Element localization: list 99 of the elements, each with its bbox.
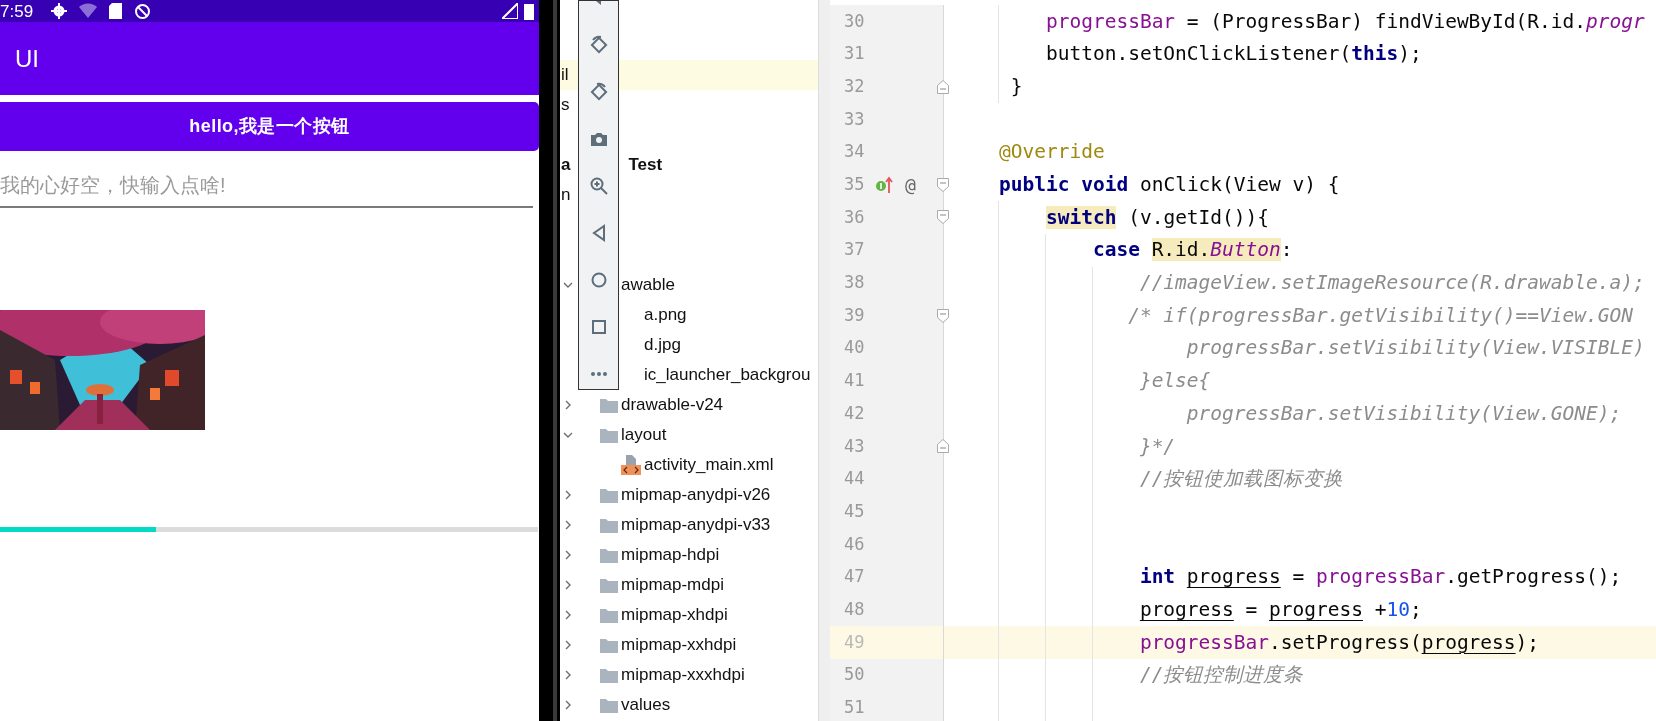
code-line: button.setOnClickListener(this); (1044, 44, 1422, 64)
chevron-right-icon[interactable] (563, 520, 573, 530)
folder-icon (600, 667, 618, 683)
code-line: //imageView.setImageResource(R.drawable.a); (1138, 273, 1645, 293)
override-marker[interactable]: @ (905, 171, 916, 199)
folder-icon (600, 397, 618, 413)
folder-name[interactable]: layout (621, 422, 667, 448)
code-line: @Override (999, 142, 1105, 162)
code-line: }*/ (1138, 436, 1176, 457)
code-line: int progress = progressBar.getProgress(); (1138, 567, 1622, 587)
tree-item-label: n (561, 184, 571, 207)
sd-card-icon (109, 3, 123, 19)
folder-name[interactable]: mipmap-hdpi (621, 542, 720, 568)
hello-button[interactable]: hello,我是一个按钮 (0, 102, 539, 151)
folder-name[interactable]: mipmap-anydpi-v33 (621, 512, 771, 538)
code-line: progressBar = (ProgressBar) findViewById(R.id.progr (1044, 11, 1645, 32)
chevron-right-icon[interactable] (563, 490, 573, 500)
code-line: progressBar.setProgress(progress); (1138, 632, 1540, 653)
file-name[interactable]: a.png (644, 302, 687, 328)
rotate-right-icon[interactable] (588, 81, 609, 102)
chevron-right-icon[interactable] (563, 640, 573, 650)
folder-icon (600, 547, 618, 563)
folder-name[interactable]: mipmap-xhdpi (621, 602, 728, 628)
line-number: 47 (844, 565, 866, 589)
line-number: 34 (844, 140, 866, 164)
xml-file-icon (621, 455, 641, 475)
file-name[interactable]: d.jpg (644, 332, 681, 358)
tree-item-label: s (561, 94, 570, 117)
line-number: 33 (844, 107, 866, 131)
line-number: 45 (844, 499, 866, 523)
tree-row[interactable]: n (560, 180, 818, 210)
code-line: } (1009, 76, 1023, 97)
line-number: 37 (844, 238, 866, 262)
folder-icon (600, 607, 618, 623)
code-line: progressBar.setVisibility(View.VISIBLE) (1185, 338, 1645, 358)
folder-icon (600, 427, 618, 443)
code-line: progressBar.setVisibility(View.GONE); (1185, 403, 1622, 424)
code-line: }else{ (1138, 371, 1211, 391)
line-number: 43 (844, 434, 866, 458)
code-line: /* if(progressBar.getVisibility()==View.GON (1127, 305, 1633, 326)
folder-name[interactable]: mipmap-xxhdpi (621, 632, 737, 658)
line-number: 31 (844, 42, 866, 66)
signal-icon (502, 3, 518, 19)
zoom-in-icon[interactable] (588, 175, 609, 196)
line-number: 48 (844, 597, 866, 621)
chevron-right-icon[interactable] (563, 670, 573, 680)
line-number: 32 (844, 74, 866, 98)
line-number: 39 (844, 303, 866, 327)
folder-icon (600, 637, 618, 653)
chevron-down-icon[interactable] (563, 430, 573, 440)
implements-icon[interactable] (875, 175, 894, 194)
chevron-right-icon[interactable] (563, 610, 573, 620)
line-number: 36 (844, 205, 866, 229)
folder-name[interactable]: drawable-v24 (621, 392, 724, 418)
line-number: 30 (844, 9, 866, 33)
tree-row[interactable]: s (560, 90, 818, 120)
folder-name[interactable]: mipmap-mdpi (621, 572, 724, 598)
file-name[interactable]: ic_launcher_backgrou (644, 362, 811, 388)
line-number: 46 (844, 532, 866, 556)
line-number: 38 (844, 271, 866, 295)
line-number: 44 (844, 467, 866, 491)
folder-name[interactable]: mipmap-xxxhdpi (621, 662, 745, 688)
folder-name[interactable]: mipmap-anydpi-v26 (621, 482, 771, 508)
folder-icon (600, 487, 618, 503)
line-number: 50 (844, 663, 866, 687)
code-line: case R.id.Button: (1091, 240, 1293, 260)
folder-icon (600, 697, 618, 713)
module-label[interactable]: a (561, 152, 571, 178)
code-line: //按钮使加载图标变换 (1138, 469, 1344, 489)
input-field[interactable]: 我的心好空，快输入点啥! (0, 165, 533, 208)
rotate-left-icon[interactable] (588, 34, 609, 55)
chevron-right-icon[interactable] (563, 700, 573, 710)
folder-name[interactable]: values (621, 692, 671, 718)
battery-icon (524, 2, 534, 20)
tree-item-label: il (561, 64, 569, 87)
line-number: 51 (844, 696, 866, 720)
line-number: 42 (844, 401, 866, 425)
line-number: 35 (844, 173, 866, 197)
status-time: 7:59 (0, 2, 34, 20)
code-line: switch (v.getId()){ (1044, 207, 1270, 228)
folder-icon (600, 517, 618, 533)
chevron-right-icon[interactable] (563, 550, 573, 560)
code-line: public void onClick(View v) { (999, 175, 1340, 195)
folder-name[interactable]: awable (621, 272, 675, 298)
file-name[interactable]: activity_main.xml (644, 452, 774, 478)
line-number: 40 (844, 336, 866, 360)
scrollbar[interactable] (818, 0, 830, 721)
module-label[interactable]: Test (628, 152, 663, 178)
line-number: 41 (844, 369, 866, 393)
code-line: progress = progress +10; (1138, 599, 1422, 620)
line-number: 49 (844, 630, 866, 654)
code-line: //按钮控制进度条 (1138, 665, 1304, 685)
data-saver-icon (134, 2, 152, 20)
chevron-right-icon[interactable] (563, 580, 573, 590)
wifi-icon (79, 3, 98, 19)
chevron-right-icon[interactable] (563, 400, 573, 410)
app-title: UI (15, 43, 39, 74)
folder-icon (600, 577, 618, 593)
chevron-down-icon[interactable] (563, 280, 573, 290)
